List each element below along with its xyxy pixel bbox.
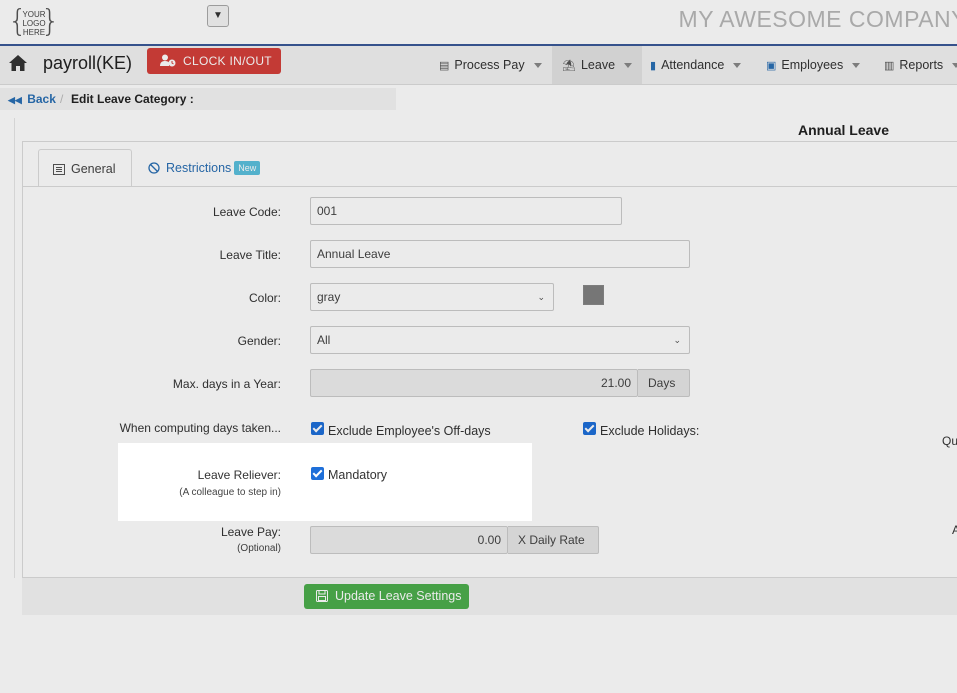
clock-button-label: CLOCK IN/OUT	[183, 54, 272, 68]
update-button-label: Update Leave Settings	[335, 589, 462, 603]
leave-code-input[interactable]: 001	[310, 197, 622, 225]
panel-left-border	[14, 118, 15, 578]
chevron-down-icon: ⌄	[537, 292, 545, 302]
new-badge: New	[234, 161, 261, 175]
badge-icon: ▮	[650, 60, 657, 72]
ban-icon	[148, 162, 160, 174]
leave-pay-hint: (Optional)	[237, 543, 281, 554]
daily-rate-addon: X Daily Rate	[508, 526, 599, 554]
gender-label: Gender:	[237, 334, 281, 348]
caret-down-icon	[733, 63, 742, 69]
breadcrumb-current: Edit Leave Category :	[71, 92, 194, 106]
leave-reliever-label: Leave Reliever:	[197, 468, 281, 482]
chevron-down-icon: ⌄	[673, 335, 681, 345]
company-logo[interactable]: { YOUR LOGO HERE }	[8, 6, 60, 42]
caret-down-icon	[624, 63, 633, 69]
chart-icon: ▥	[884, 60, 895, 72]
panel-header: Annual Leave	[22, 118, 957, 142]
user-clock-icon	[160, 54, 176, 67]
nav-label: Process Pay	[454, 58, 525, 72]
color-label: Color:	[248, 291, 281, 305]
leave-title-input[interactable]: Annual Leave	[310, 240, 690, 268]
form-footer	[22, 577, 957, 615]
list-icon	[53, 164, 65, 175]
breadcrumb: ◀◀ Back / Edit Leave Category :	[0, 88, 396, 110]
table-icon: ▤	[439, 60, 450, 72]
nav-process-pay[interactable]: ▤ Process Pay	[439, 46, 542, 84]
caret-down-icon: ▼	[213, 10, 223, 21]
computing-label: When computing days taken...	[119, 421, 281, 435]
tab-label: Restrictions	[166, 161, 232, 175]
save-icon	[316, 590, 328, 602]
cut-off-label-1: Qu	[942, 434, 957, 448]
cut-off-label-2: A	[952, 523, 957, 537]
backward-icon: ◀◀	[8, 95, 22, 105]
tab-general[interactable]: General	[38, 149, 132, 187]
max-days-input[interactable]: 21.00	[310, 369, 638, 397]
panel-title: Annual Leave	[797, 122, 889, 138]
home-icon[interactable]	[8, 54, 28, 72]
top-header: { YOUR LOGO HERE } ▼ MY AWESOME COMPANY	[0, 0, 957, 46]
company-switcher-dropdown[interactable]: ▼	[207, 5, 229, 27]
app-title: payroll(KE)	[43, 53, 133, 73]
exclude-holidays-checkbox[interactable]	[583, 422, 596, 435]
leave-title-label: Leave Title:	[219, 248, 281, 262]
logo-brace-right: }	[40, 4, 60, 39]
beach-icon: ⛱	[562, 60, 576, 72]
nav-label: Attendance	[661, 58, 725, 72]
tab-label: General	[71, 162, 116, 176]
reliever-mandatory-checkbox[interactable]	[311, 467, 324, 480]
back-link[interactable]: ◀◀ Back	[8, 92, 56, 106]
nav-attendance[interactable]: ▮ Attendance	[650, 46, 742, 84]
reliever-mandatory-label: Mandatory	[328, 468, 388, 482]
color-swatch	[583, 285, 604, 305]
days-unit-addon: Days	[638, 369, 690, 397]
clock-in-out-button[interactable]: CLOCK IN/OUT	[147, 48, 281, 74]
nav-employees[interactable]: ▣ Employees	[766, 46, 861, 84]
tab-restrictions[interactable]: Restrictions New	[148, 149, 261, 187]
gender-select[interactable]: All ⌄	[310, 326, 690, 354]
leave-pay-label: Leave Pay:	[220, 525, 281, 539]
tab-underline	[22, 186, 957, 187]
users-icon: ▣	[766, 60, 777, 72]
exclude-offdays-label: Exclude Employee's Off-days	[328, 424, 491, 438]
gender-select-value: All	[317, 333, 331, 347]
nav-label: Reports	[899, 58, 944, 72]
nav-label: Employees	[781, 58, 844, 72]
exclude-holidays-label: Exclude Holidays:	[600, 424, 700, 438]
exclude-offdays-checkbox[interactable]	[311, 422, 324, 435]
company-name: MY AWESOME COMPANY	[678, 6, 957, 32]
nav-label: Leave	[580, 58, 616, 72]
update-leave-settings-button[interactable]: Update Leave Settings	[304, 584, 469, 609]
color-select[interactable]: gray ⌄	[310, 283, 554, 311]
leave-code-label: Leave Code:	[212, 205, 281, 219]
nav-leave[interactable]: ⛱ Leave	[552, 46, 643, 84]
max-days-label: Max. days in a Year:	[172, 377, 281, 391]
caret-down-icon	[852, 63, 861, 69]
leave-pay-input[interactable]: 0.00	[310, 526, 508, 554]
back-label: Back	[27, 92, 56, 106]
leave-reliever-hint: (A colleague to step in)	[179, 487, 281, 498]
color-select-value: gray	[317, 290, 341, 304]
breadcrumb-separator: /	[60, 92, 64, 106]
nav-reports[interactable]: ▥ Reports	[884, 46, 957, 84]
caret-down-icon	[533, 63, 542, 69]
caret-down-icon	[952, 63, 957, 69]
main-navbar: payroll(KE) CLOCK IN/OUT ▤ Process Pay ⛱ L…	[0, 46, 957, 85]
